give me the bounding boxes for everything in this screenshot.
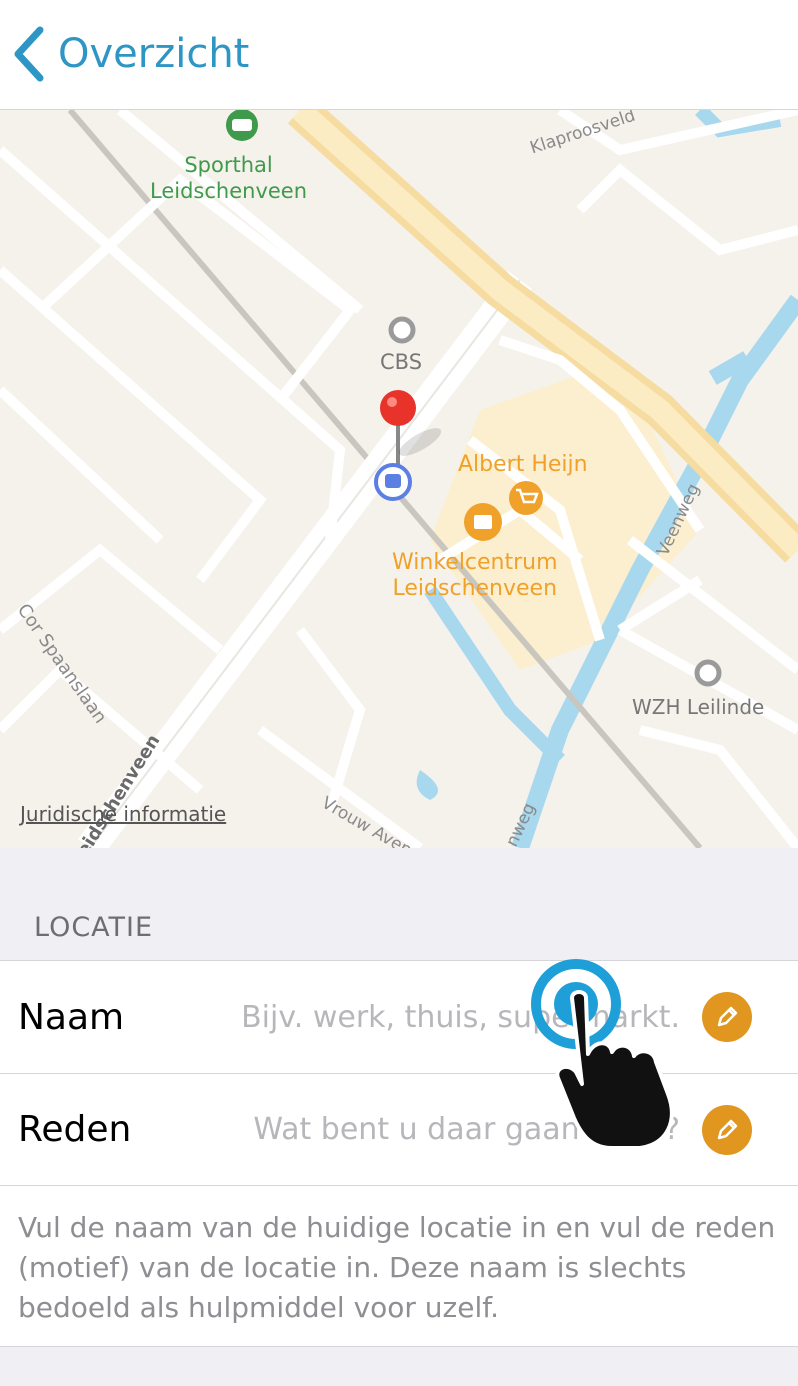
map-canvas	[0, 110, 798, 848]
poi-cbs-label[interactable]: CBS	[380, 350, 422, 374]
name-label: Naam	[18, 996, 125, 1038]
map-view[interactable]: Sporthal Leidschenveen CBS Albert Heijn …	[0, 110, 798, 848]
reason-label: Reden	[18, 1109, 132, 1150]
footer-help-text: Vul de naam van de huidige locatie in en…	[18, 1211, 776, 1324]
back-label: Overzicht	[58, 31, 250, 77]
back-button[interactable]: Overzicht	[10, 22, 249, 86]
location-form: Naam Reden	[0, 960, 798, 1186]
reason-input[interactable]	[210, 1112, 680, 1147]
poi-albert-heijn-label[interactable]: Albert Heijn	[458, 452, 588, 477]
chevron-left-icon	[14, 26, 44, 82]
sporthal-icon	[226, 110, 258, 141]
section-header-locatie: LOCATIE	[34, 912, 154, 943]
pencil-icon	[717, 1119, 738, 1139]
poi-winkelcentrum-label[interactable]: Winkelcentrum Leidschenveen	[392, 550, 558, 602]
edit-reason-button[interactable]	[702, 1104, 752, 1155]
name-row: Naam	[0, 961, 798, 1073]
navigation-bar: Overzicht	[0, 0, 798, 110]
pencil-icon	[717, 1006, 738, 1027]
poi-sporthal-label[interactable]: Sporthal Leidschenveen	[150, 152, 307, 204]
edit-name-button[interactable]	[702, 992, 752, 1042]
name-input[interactable]	[210, 999, 680, 1035]
poi-wzh-label[interactable]: WZH Leilinde	[632, 695, 764, 719]
legal-info-link[interactable]: Juridische informatie	[20, 802, 226, 826]
reason-row: Reden	[0, 1073, 798, 1185]
